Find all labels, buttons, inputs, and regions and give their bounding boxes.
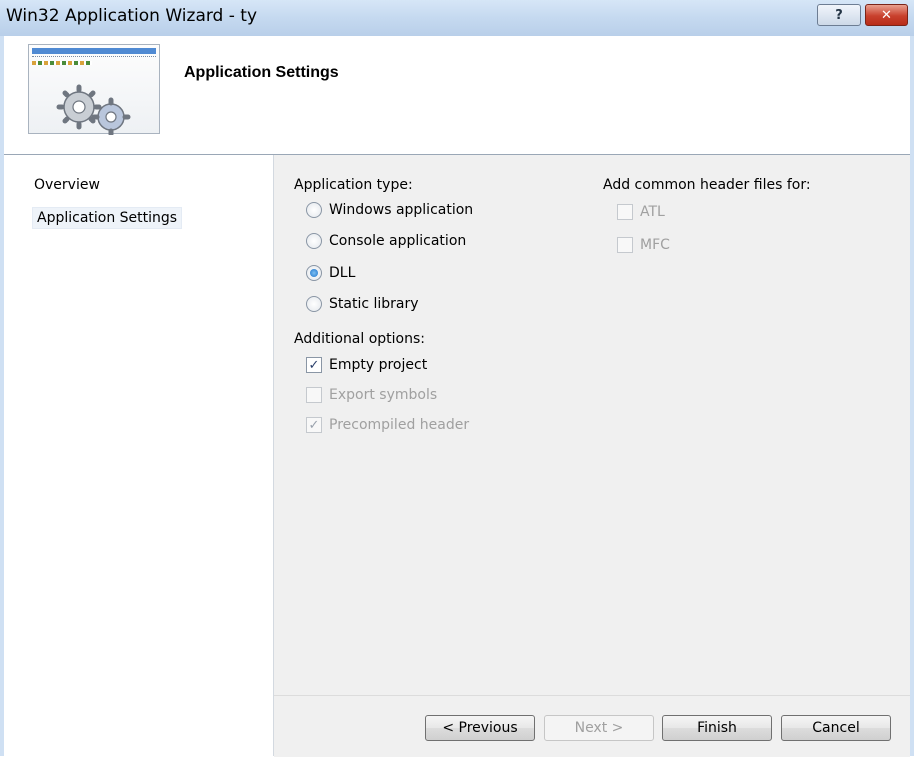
checkbox-precompiled-header-label: Precompiled header xyxy=(329,417,470,433)
next-button[interactable]: Next > xyxy=(544,715,654,741)
checkbox-precompiled-header-box[interactable]: ✓ xyxy=(306,417,322,433)
application-type-label: Application type: xyxy=(294,177,413,193)
radio-dll[interactable]: DLL xyxy=(306,265,355,281)
settings-panel: Application type: Windows application Co… xyxy=(274,155,910,695)
radio-windows-application[interactable]: Windows application xyxy=(306,202,473,218)
cancel-button[interactable]: Cancel xyxy=(781,715,891,741)
radio-windows-application-label: Windows application xyxy=(329,202,474,218)
checkbox-mfc[interactable]: MFC xyxy=(617,237,670,253)
checkbox-atl[interactable]: ATL xyxy=(617,204,665,220)
checkbox-mfc-box[interactable] xyxy=(617,237,633,253)
wizard-window: Win32 Application Wizard - ty ? ✕ Applic… xyxy=(0,0,914,757)
checkbox-atl-box[interactable] xyxy=(617,204,633,220)
wizard-header: Application Settings xyxy=(4,36,910,155)
title-bar[interactable]: Win32 Application Wizard - ty ? ✕ xyxy=(0,0,914,36)
wizard-client: Application Settings Overview Applicatio… xyxy=(4,36,910,757)
checkbox-atl-label: ATL xyxy=(640,204,665,220)
window-title: Win32 Application Wizard - ty xyxy=(6,6,258,26)
radio-console-application-label: Console application xyxy=(329,233,467,249)
help-button[interactable]: ? xyxy=(817,4,861,26)
previous-button[interactable]: < Previous xyxy=(425,715,535,741)
checkbox-empty-project-label: Empty project xyxy=(329,357,428,373)
checkbox-empty-project-box[interactable]: ✓ xyxy=(306,357,322,373)
checkbox-export-symbols-label: Export symbols xyxy=(329,387,438,403)
close-button[interactable]: ✕ xyxy=(865,4,908,26)
gears-icon xyxy=(28,44,160,135)
radio-windows-application-circle[interactable] xyxy=(306,202,322,218)
sidebar-item-overview[interactable]: Overview xyxy=(34,177,100,193)
checkbox-empty-project[interactable]: ✓ Empty project xyxy=(306,357,427,373)
gears-graphic xyxy=(56,84,131,135)
wizard-sidebar: Overview Application Settings xyxy=(4,155,274,756)
sidebar-item-application-settings[interactable]: Application Settings xyxy=(32,207,183,229)
radio-dll-circle[interactable] xyxy=(306,265,322,281)
checkbox-precompiled-header[interactable]: ✓ Precompiled header xyxy=(306,417,469,433)
radio-console-application-circle[interactable] xyxy=(306,233,322,249)
radio-static-library-circle[interactable] xyxy=(306,296,322,312)
radio-static-library[interactable]: Static library xyxy=(306,296,419,312)
finish-button[interactable]: Finish xyxy=(662,715,772,741)
radio-console-application[interactable]: Console application xyxy=(306,233,466,249)
wizard-footer: < Previous Next > Finish Cancel xyxy=(274,695,910,757)
radio-static-library-label: Static library xyxy=(329,296,419,312)
additional-options-label: Additional options: xyxy=(294,331,426,347)
checkbox-export-symbols-box[interactable] xyxy=(306,387,322,403)
checkbox-export-symbols[interactable]: Export symbols xyxy=(306,387,437,403)
page-title: Application Settings xyxy=(184,64,339,81)
common-headers-label: Add common header files for: xyxy=(603,177,811,193)
radio-dll-label: DLL xyxy=(329,265,356,281)
checkbox-mfc-label: MFC xyxy=(640,237,670,253)
